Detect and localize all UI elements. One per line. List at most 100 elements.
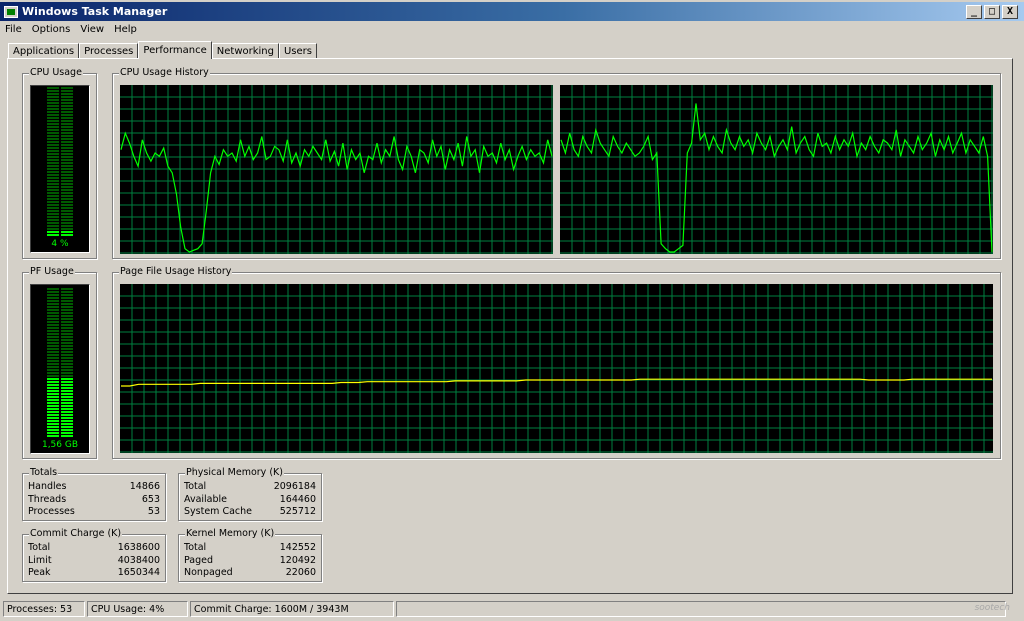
meter-segment bbox=[47, 288, 59, 290]
meter-segment-lit bbox=[61, 435, 73, 437]
kernel-memory-group: Kernel Memory (K) Total 142552 Paged 12049… bbox=[178, 528, 322, 582]
meter-segment-lit bbox=[47, 414, 59, 416]
meter-segment bbox=[61, 156, 73, 158]
meter-segment bbox=[61, 120, 73, 122]
stat-name: Nonpaged bbox=[184, 567, 233, 578]
meter-segment bbox=[61, 153, 73, 155]
meter-segment-lit bbox=[47, 426, 59, 428]
meter-segment-lit bbox=[61, 420, 73, 422]
tab-processes[interactable]: Processes bbox=[79, 43, 139, 59]
meter-segment bbox=[61, 117, 73, 119]
meter-segment-lit bbox=[47, 384, 59, 386]
menu-view[interactable]: View bbox=[75, 24, 109, 35]
meter-segment bbox=[47, 300, 59, 302]
pf-usage-label: PF Usage bbox=[29, 266, 75, 277]
commit-charge-label: Commit Charge (K) bbox=[29, 528, 123, 539]
meter-segment bbox=[61, 144, 73, 146]
menu-help[interactable]: Help bbox=[109, 24, 142, 35]
stat-row: Paged 120492 bbox=[179, 555, 321, 568]
meter-segment bbox=[61, 195, 73, 197]
meter-segment-lit bbox=[61, 414, 73, 416]
meter-segment bbox=[61, 102, 73, 104]
meter-segment bbox=[47, 108, 59, 110]
meter-segment bbox=[47, 135, 59, 137]
meter-segment bbox=[47, 363, 59, 365]
close-button[interactable]: X bbox=[1002, 4, 1018, 19]
status-processes: Processes: 53 bbox=[3, 601, 85, 617]
meter-segment bbox=[47, 195, 59, 197]
meter-segment-lit bbox=[47, 231, 59, 233]
stat-row: Total 1638600 bbox=[23, 542, 165, 555]
meter-segment-lit bbox=[47, 411, 59, 413]
tab-performance[interactable]: Performance bbox=[138, 41, 212, 59]
meter-segment bbox=[61, 126, 73, 128]
stat-row: Processes 53 bbox=[23, 506, 165, 519]
menu-help-label: Help bbox=[114, 23, 137, 35]
stat-row: Peak 1650344 bbox=[23, 567, 165, 580]
menu-options[interactable]: Options bbox=[27, 24, 76, 35]
meter-segment bbox=[61, 327, 73, 329]
meter-segment bbox=[61, 309, 73, 311]
meter-segment bbox=[61, 210, 73, 212]
window-title: Windows Task Manager bbox=[22, 5, 168, 18]
meter-segment-lit bbox=[61, 417, 73, 419]
meter-segment bbox=[61, 300, 73, 302]
meter-segment bbox=[47, 144, 59, 146]
meter-segment bbox=[47, 189, 59, 191]
meter-segment bbox=[61, 216, 73, 218]
totals-group: Totals Handles 14866 Threads 653 Processes… bbox=[22, 467, 166, 521]
meter-segment bbox=[61, 222, 73, 224]
meter-segment bbox=[47, 171, 59, 173]
cpu-usage-value: 4 % bbox=[51, 239, 69, 249]
meter-segment bbox=[61, 315, 73, 317]
physical-memory-label: Physical Memory (K) bbox=[185, 467, 284, 478]
stat-row: Total 2096184 bbox=[179, 481, 321, 494]
watermark: sootech bbox=[974, 603, 1010, 613]
meter-segment bbox=[47, 309, 59, 311]
menu-file[interactable]: File bbox=[0, 24, 27, 35]
meter-segment bbox=[47, 366, 59, 368]
stat-name: Threads bbox=[28, 493, 67, 505]
meter-segment bbox=[61, 147, 73, 149]
menu-view-label: View bbox=[80, 23, 105, 35]
meter-segment bbox=[61, 360, 73, 362]
commit-charge-list: Total 1638600 Limit 4038400 Peak 1650344 bbox=[23, 535, 165, 580]
meter-segment bbox=[47, 369, 59, 371]
meter-segment-lit bbox=[61, 408, 73, 410]
meter-segment bbox=[61, 96, 73, 98]
tab-applications[interactable]: Applications bbox=[8, 43, 80, 59]
meter-segment bbox=[61, 204, 73, 206]
stat-row: System Cache 525712 bbox=[179, 506, 321, 519]
grid-lines bbox=[120, 85, 553, 254]
meter-segment bbox=[47, 297, 59, 299]
meter-segment bbox=[47, 342, 59, 344]
meter-segment bbox=[61, 363, 73, 365]
stat-name: Total bbox=[184, 542, 207, 553]
task-manager-icon bbox=[4, 5, 18, 18]
meter-segment-lit bbox=[47, 381, 59, 383]
tab-users[interactable]: Users bbox=[278, 43, 317, 59]
cpu-usage-group: CPU Usage 4 % bbox=[22, 67, 97, 259]
meter-segment-lit bbox=[61, 234, 73, 236]
maximize-button[interactable]: □ bbox=[984, 4, 1000, 19]
meter-segment bbox=[61, 87, 73, 89]
stat-row: Nonpaged 22060 bbox=[179, 567, 321, 580]
meter-segment bbox=[61, 219, 73, 221]
stat-value: 22060 bbox=[285, 567, 316, 578]
pf-history-graph bbox=[120, 284, 993, 453]
meter-segment bbox=[47, 138, 59, 140]
meter-segment-lit bbox=[47, 387, 59, 389]
meter-segment bbox=[47, 168, 59, 170]
meter-segment bbox=[61, 165, 73, 167]
title-bar[interactable]: Windows Task Manager _ □ X bbox=[0, 2, 1024, 21]
meter-segment bbox=[47, 120, 59, 122]
minimize-button[interactable]: _ bbox=[966, 4, 982, 19]
meter-segment bbox=[47, 327, 59, 329]
meter-segment-lit bbox=[61, 423, 73, 425]
meter-segment bbox=[47, 225, 59, 227]
stat-value: 53 bbox=[147, 506, 160, 517]
tab-networking[interactable]: Networking bbox=[211, 43, 279, 59]
meter-segment bbox=[61, 90, 73, 92]
meter-segment-lit bbox=[61, 426, 73, 428]
meter-segment-lit bbox=[47, 429, 59, 431]
